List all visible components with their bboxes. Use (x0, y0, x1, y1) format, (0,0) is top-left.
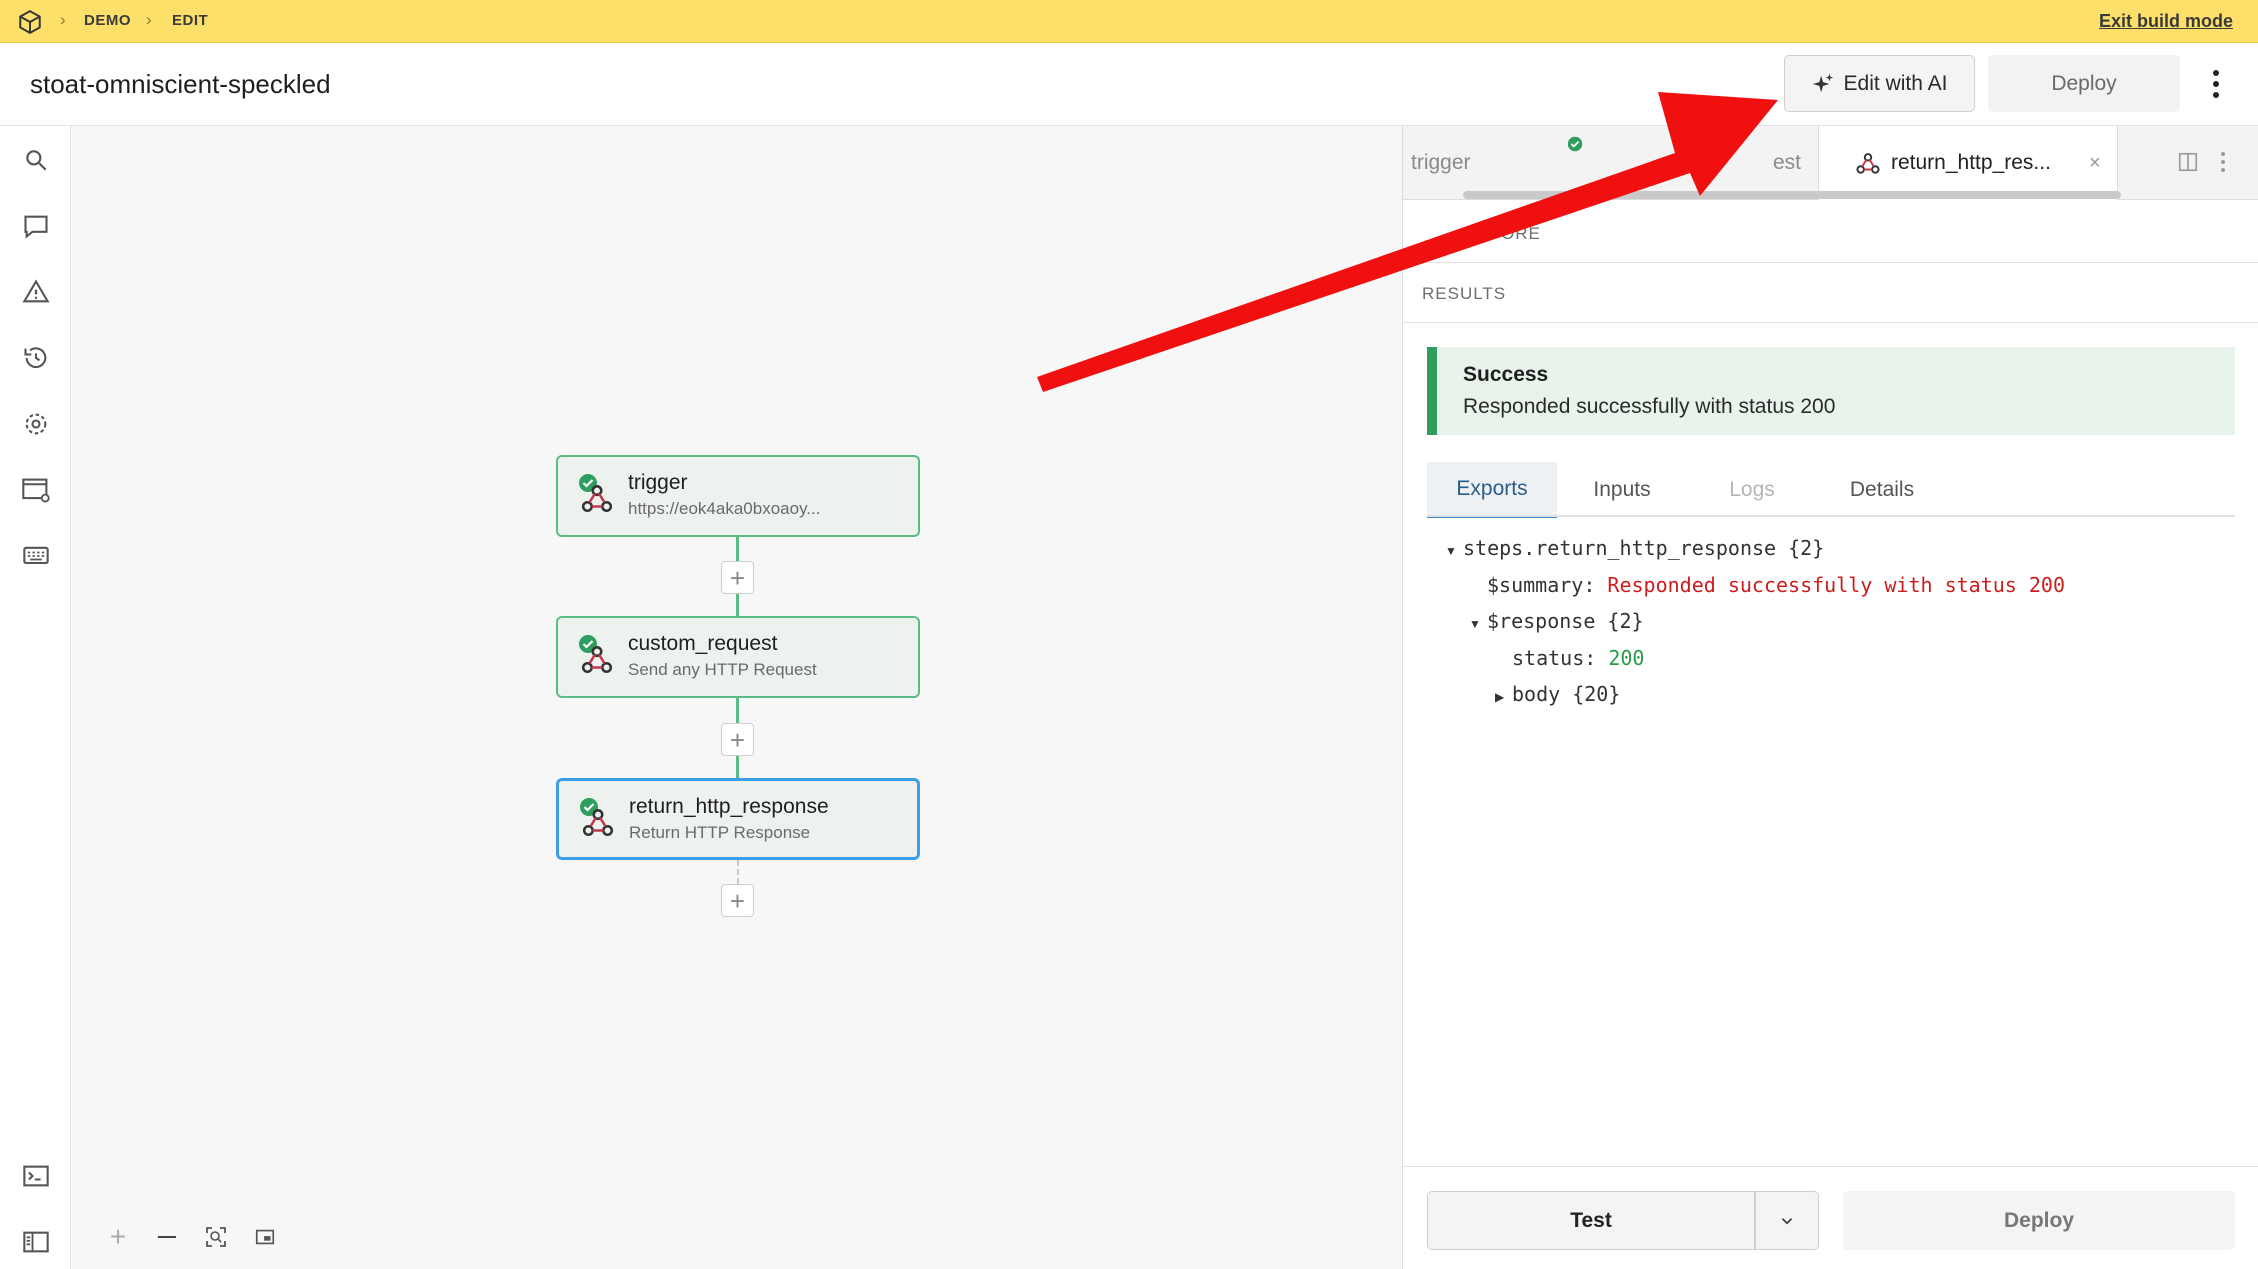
tabs-more-icon[interactable] (2221, 152, 2227, 172)
test-button[interactable]: Test (1427, 1191, 1755, 1250)
test-options-button[interactable] (1755, 1191, 1819, 1250)
panel-footer: Test Deploy (1403, 1166, 2258, 1269)
edit-with-ai-button[interactable]: Edit with AI (1784, 55, 1975, 112)
workflow-canvas[interactable]: trigger https://eok4aka0bxoaoy... + cust… (71, 126, 1402, 1269)
terminal-icon[interactable] (20, 1160, 52, 1192)
success-check-icon (1567, 136, 1583, 152)
connector-line (736, 756, 739, 778)
status-value: 200 (1608, 646, 1644, 670)
divider (1403, 262, 2258, 263)
node-trigger[interactable]: trigger https://eok4aka0bxoaoy... (556, 455, 920, 537)
zoom-out-icon[interactable] (152, 1222, 182, 1252)
node-name: custom_request (628, 632, 777, 656)
step-tabs: trigger est return_http_res... × (1403, 126, 2258, 200)
edit-with-ai-label: Edit with AI (1844, 72, 1948, 96)
chevron-down-icon (1778, 1212, 1796, 1230)
zoom-in-icon[interactable]: + (103, 1222, 133, 1252)
add-step-button[interactable]: + (721, 723, 754, 756)
node-custom-request[interactable]: custom_request Send any HTTP Request (556, 616, 920, 698)
webhook-icon (581, 805, 615, 839)
tab-exports[interactable]: Exports (1427, 462, 1557, 518)
summary-row: $summary: Responded successfully with st… (1487, 573, 2065, 597)
response-key[interactable]: $response {2} (1487, 609, 1644, 633)
tab-label: return_http_res... (1891, 151, 2051, 175)
comment-icon[interactable] (20, 210, 52, 242)
add-step-button[interactable]: + (721, 884, 754, 917)
node-description: Return HTTP Response (629, 823, 810, 843)
step-inspector-panel: trigger est return_http_res... × ORE RES… (1402, 126, 2258, 1269)
body-key[interactable]: body {20} (1512, 682, 1620, 706)
cube-logo-icon[interactable] (17, 9, 43, 35)
webhook-icon (580, 481, 614, 515)
app-root: › DEMO › EDIT Exit build mode stoat-omni… (0, 0, 2258, 1269)
keyboard-icon[interactable] (20, 540, 52, 572)
close-tab-icon[interactable]: × (2089, 152, 2101, 175)
split-view-icon[interactable] (2177, 151, 2199, 173)
tab-label: est (1773, 151, 1801, 175)
fit-view-icon[interactable] (201, 1222, 231, 1252)
node-description: Send any HTTP Request (628, 660, 817, 680)
summary-value: Responded successfully with status 200 (1607, 573, 2065, 597)
browser-settings-icon[interactable] (20, 474, 52, 506)
settings-icon[interactable] (20, 408, 52, 440)
status-key: status: (1512, 646, 1596, 670)
warning-icon[interactable] (20, 276, 52, 308)
tab-underline (1427, 515, 2235, 517)
status-row: status: 200 (1512, 646, 1644, 670)
minimap-icon[interactable] (250, 1222, 280, 1252)
node-description: https://eok4aka0bxoaoy... (628, 499, 820, 519)
caret-right-icon[interactable]: ▶ (1495, 690, 1504, 704)
node-return-http-response[interactable]: return_http_response Return HTTP Respons… (556, 778, 920, 860)
breadcrumb-demo[interactable]: DEMO (84, 12, 131, 29)
tab-logs[interactable]: Logs (1687, 462, 1817, 518)
configure-section-label[interactable]: ORE (1501, 224, 1541, 244)
sparkle-icon (1812, 73, 1834, 95)
chevron-right-icon: › (60, 10, 66, 30)
exports-root[interactable]: steps.return_http_response {2} (1463, 536, 1824, 560)
breadcrumb-edit[interactable]: EDIT (172, 12, 208, 29)
summary-key: $summary: (1487, 573, 1595, 597)
tab-label: trigger (1411, 151, 1471, 175)
exit-build-mode-link[interactable]: Exit build mode (2099, 11, 2233, 32)
tab-inputs[interactable]: Inputs (1557, 462, 1687, 518)
tab-return-http-response[interactable]: return_http_res... × (1818, 126, 2118, 200)
panel-toggle-icon[interactable] (20, 1226, 52, 1258)
build-mode-banner: › DEMO › EDIT Exit build mode (0, 0, 2258, 43)
deploy-button-top[interactable]: Deploy (1988, 55, 2180, 112)
success-title: Success (1463, 363, 1548, 387)
results-section-label[interactable]: RESULTS (1422, 284, 1506, 304)
success-message: Responded successfully with status 200 (1463, 395, 1835, 419)
more-menu-icon[interactable] (2208, 67, 2224, 101)
deploy-button-bottom[interactable]: Deploy (1843, 1191, 2235, 1250)
webhook-icon (1855, 150, 1881, 176)
connector-line (736, 594, 739, 616)
webhook-icon (580, 642, 614, 676)
connector-line (736, 698, 739, 726)
connector-line (736, 536, 739, 564)
add-step-button[interactable]: + (721, 561, 754, 594)
tab-custom-request[interactable]: est (1551, 126, 1823, 200)
tab-scrollbar[interactable] (1463, 191, 2121, 199)
history-icon[interactable] (20, 342, 52, 374)
chevron-right-icon: › (146, 10, 152, 30)
divider (1403, 322, 2258, 323)
workflow-header: stoat-omniscient-speckled Edit with AI D… (0, 43, 2258, 126)
workflow-title[interactable]: stoat-omniscient-speckled (30, 69, 331, 100)
node-name: trigger (628, 471, 688, 495)
caret-down-icon[interactable]: ▼ (1469, 617, 1481, 631)
success-alert: Success Responded successfully with stat… (1427, 347, 2235, 435)
left-sidebar (0, 126, 71, 1269)
connector-dash (737, 860, 739, 884)
tab-trigger[interactable]: trigger (1411, 126, 1551, 200)
search-icon[interactable] (20, 144, 52, 176)
tab-details[interactable]: Details (1817, 462, 1947, 518)
caret-down-icon[interactable]: ▼ (1445, 544, 1457, 558)
node-name: return_http_response (629, 795, 829, 819)
